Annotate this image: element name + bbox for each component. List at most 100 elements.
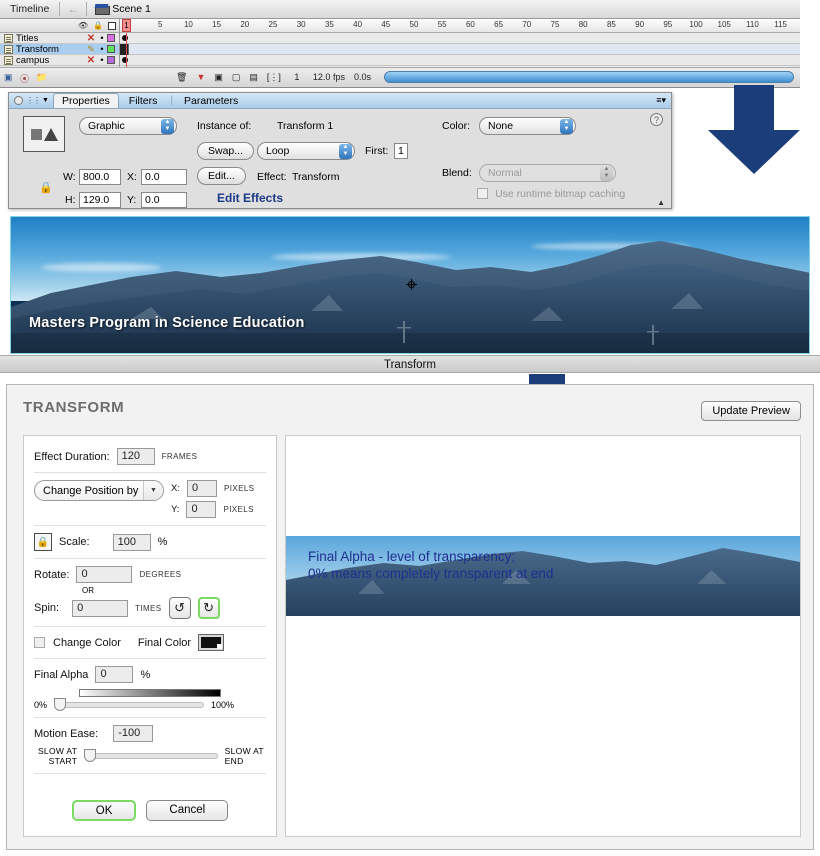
y-input[interactable]: 0.0 bbox=[141, 192, 187, 208]
layer-folder-icon bbox=[4, 45, 13, 54]
final-alpha-row: Final Alpha 0 % bbox=[34, 666, 266, 683]
ruler-tick: 35 bbox=[325, 20, 334, 29]
edit-effects-annotation: Edit Effects bbox=[217, 191, 283, 205]
onion-skin-outline-icon[interactable]: ▢ bbox=[232, 72, 241, 83]
stepper-arrows-icon: ▲▼ bbox=[161, 119, 174, 134]
keyframe-marker[interactable] bbox=[122, 35, 128, 41]
h-input[interactable]: 129.0 bbox=[79, 192, 121, 208]
frame-ruler[interactable]: 1 15101520253035404550556065707580859095… bbox=[120, 19, 800, 33]
stepper-arrows-icon: ▲▼ bbox=[560, 119, 573, 134]
scene-selector[interactable]: Scene 1 bbox=[87, 3, 151, 15]
color-select[interactable]: None ▲▼ bbox=[479, 117, 576, 135]
motion-ease-label: Motion Ease: bbox=[34, 728, 98, 740]
bitmap-caching-checkbox[interactable]: Use runtime bitmap caching bbox=[477, 188, 625, 200]
help-icon[interactable]: ? bbox=[650, 113, 663, 126]
timeline-tab[interactable]: Timeline bbox=[0, 0, 59, 19]
ease-slider[interactable] bbox=[84, 753, 217, 759]
frame-grid[interactable] bbox=[120, 33, 800, 67]
disclosure-triangle-icon[interactable]: ▼ bbox=[42, 97, 49, 104]
scale-input[interactable]: 100 bbox=[113, 534, 151, 551]
final-color-swatch[interactable] bbox=[198, 634, 224, 651]
lock-dot[interactable]: • bbox=[97, 45, 107, 54]
center-frame-icon[interactable]: ▼ bbox=[196, 72, 205, 82]
w-input[interactable]: 800.0 bbox=[79, 169, 121, 185]
cancel-button[interactable]: Cancel bbox=[146, 800, 228, 821]
frame-row-transform[interactable] bbox=[120, 44, 800, 55]
modify-onion-markers-icon[interactable]: [⋮] bbox=[267, 72, 281, 83]
layer-color-swatch[interactable] bbox=[107, 45, 115, 53]
lock-aspect-icon[interactable]: 🔒 bbox=[39, 181, 53, 194]
ease-slider-knob[interactable] bbox=[84, 749, 96, 762]
add-motion-guide-icon[interactable]: ⦿ bbox=[20, 72, 33, 83]
motion-ease-input[interactable]: -100 bbox=[113, 725, 153, 742]
stage-banner[interactable]: Masters Program in Science Education bbox=[10, 216, 810, 354]
rotate-counterclockwise-icon[interactable]: ↺ bbox=[169, 597, 191, 619]
symbol-type-select[interactable]: Graphic ▲▼ bbox=[79, 117, 177, 135]
checkbox-icon[interactable] bbox=[34, 637, 45, 648]
tab-properties[interactable]: Properties bbox=[53, 93, 119, 108]
frame-row-campus[interactable] bbox=[120, 55, 800, 66]
outline-square-icon[interactable] bbox=[108, 22, 116, 30]
lock-icon[interactable]: 🔒 bbox=[34, 533, 52, 551]
lock-dot[interactable]: • bbox=[97, 56, 107, 65]
ruler-tick: 5 bbox=[158, 20, 162, 29]
trash-icon[interactable]: 🗑 bbox=[176, 72, 187, 83]
spin-input[interactable]: 0 bbox=[72, 600, 128, 617]
blend-select[interactable]: Normal ▲▼ bbox=[479, 164, 616, 182]
update-preview-button[interactable]: Update Preview bbox=[701, 401, 801, 421]
playhead[interactable]: 1 bbox=[122, 19, 131, 32]
divider: | bbox=[170, 95, 173, 106]
playhead-line bbox=[126, 33, 127, 67]
pos-x-input[interactable]: 0 bbox=[187, 480, 217, 497]
keyframe-span[interactable] bbox=[120, 44, 129, 55]
frame-row-titles[interactable] bbox=[120, 33, 800, 44]
first-input[interactable]: 1 bbox=[394, 143, 408, 159]
banner-image: Masters Program in Science Education bbox=[11, 217, 809, 353]
swap-button[interactable]: Swap... bbox=[197, 142, 254, 160]
lock-dot[interactable]: • bbox=[97, 34, 107, 43]
alpha-slider[interactable] bbox=[54, 702, 204, 708]
onion-skin-icon[interactable]: ▣ bbox=[214, 72, 223, 83]
x-input[interactable]: 0.0 bbox=[141, 169, 187, 185]
checkbox-icon bbox=[477, 188, 488, 199]
insert-layer-icon[interactable]: ▣ bbox=[4, 72, 17, 83]
loop-mode-select[interactable]: Loop ▲▼ bbox=[257, 142, 355, 160]
layer-row-transform[interactable]: Transform ✎ • bbox=[0, 44, 119, 55]
final-alpha-label: Final Alpha bbox=[34, 669, 88, 681]
back-arrow-icon[interactable]: ← bbox=[60, 2, 86, 16]
transform-dialog-columns: Effect Duration: 120 FRAMES Change Posit… bbox=[23, 435, 801, 837]
timeline-panel: Timeline ← Scene 1 👁 🔒 Titles ✕ • bbox=[0, 0, 800, 88]
layer-row-titles[interactable]: Titles ✕ • bbox=[0, 33, 119, 44]
final-alpha-input[interactable]: 0 bbox=[95, 666, 133, 683]
frame-rate-indicator[interactable]: 12.0 fps bbox=[313, 72, 345, 82]
rotate-clockwise-icon[interactable]: ↻ bbox=[198, 597, 220, 619]
insert-folder-icon[interactable]: 📁 bbox=[36, 72, 49, 83]
preview-note-line1: Final Alpha - level of transparency; bbox=[308, 548, 553, 565]
tab-parameters[interactable]: Parameters bbox=[176, 94, 246, 108]
layer-row-campus[interactable]: campus ✕ • bbox=[0, 55, 119, 66]
panel-menu-icon[interactable]: ≡▾ bbox=[656, 95, 666, 106]
keyframe-marker[interactable] bbox=[122, 57, 128, 63]
rotate-input[interactable]: 0 bbox=[76, 566, 132, 583]
edit-multiple-frames-icon[interactable]: ▤ bbox=[249, 72, 258, 83]
x-mark-icon[interactable]: ✕ bbox=[85, 33, 97, 44]
stepper-arrows-icon: ▲▼ bbox=[339, 144, 352, 159]
expand-triangle-icon[interactable]: ▲ bbox=[657, 198, 665, 207]
pos-y-input[interactable]: 0 bbox=[186, 501, 216, 518]
timeline-ruler-area[interactable]: 1 15101520253035404550556065707580859095… bbox=[120, 19, 800, 67]
eye-icon[interactable]: 👁 bbox=[78, 21, 88, 30]
lock-icon[interactable]: 🔒 bbox=[93, 21, 103, 30]
collapse-dot-icon[interactable] bbox=[14, 96, 23, 105]
layer-color-swatch[interactable] bbox=[107, 56, 115, 64]
effect-duration-input[interactable]: 120 bbox=[117, 448, 155, 465]
position-mode-select[interactable]: Change Position by ▼ bbox=[34, 480, 164, 501]
layer-color-swatch[interactable] bbox=[107, 34, 115, 42]
edit-button[interactable]: Edit... bbox=[197, 167, 246, 185]
transform-preview-panel[interactable]: Final Alpha - level of transparency; 0% … bbox=[285, 435, 801, 837]
tab-filters[interactable]: Filters bbox=[121, 94, 166, 108]
x-mark-icon[interactable]: ✕ bbox=[85, 55, 97, 66]
ok-button[interactable]: OK bbox=[72, 800, 137, 821]
alpha-slider-knob[interactable] bbox=[54, 698, 66, 711]
grip-icon[interactable]: ⋮⋮ bbox=[26, 96, 40, 105]
timeline-scrollbar[interactable] bbox=[384, 71, 794, 83]
